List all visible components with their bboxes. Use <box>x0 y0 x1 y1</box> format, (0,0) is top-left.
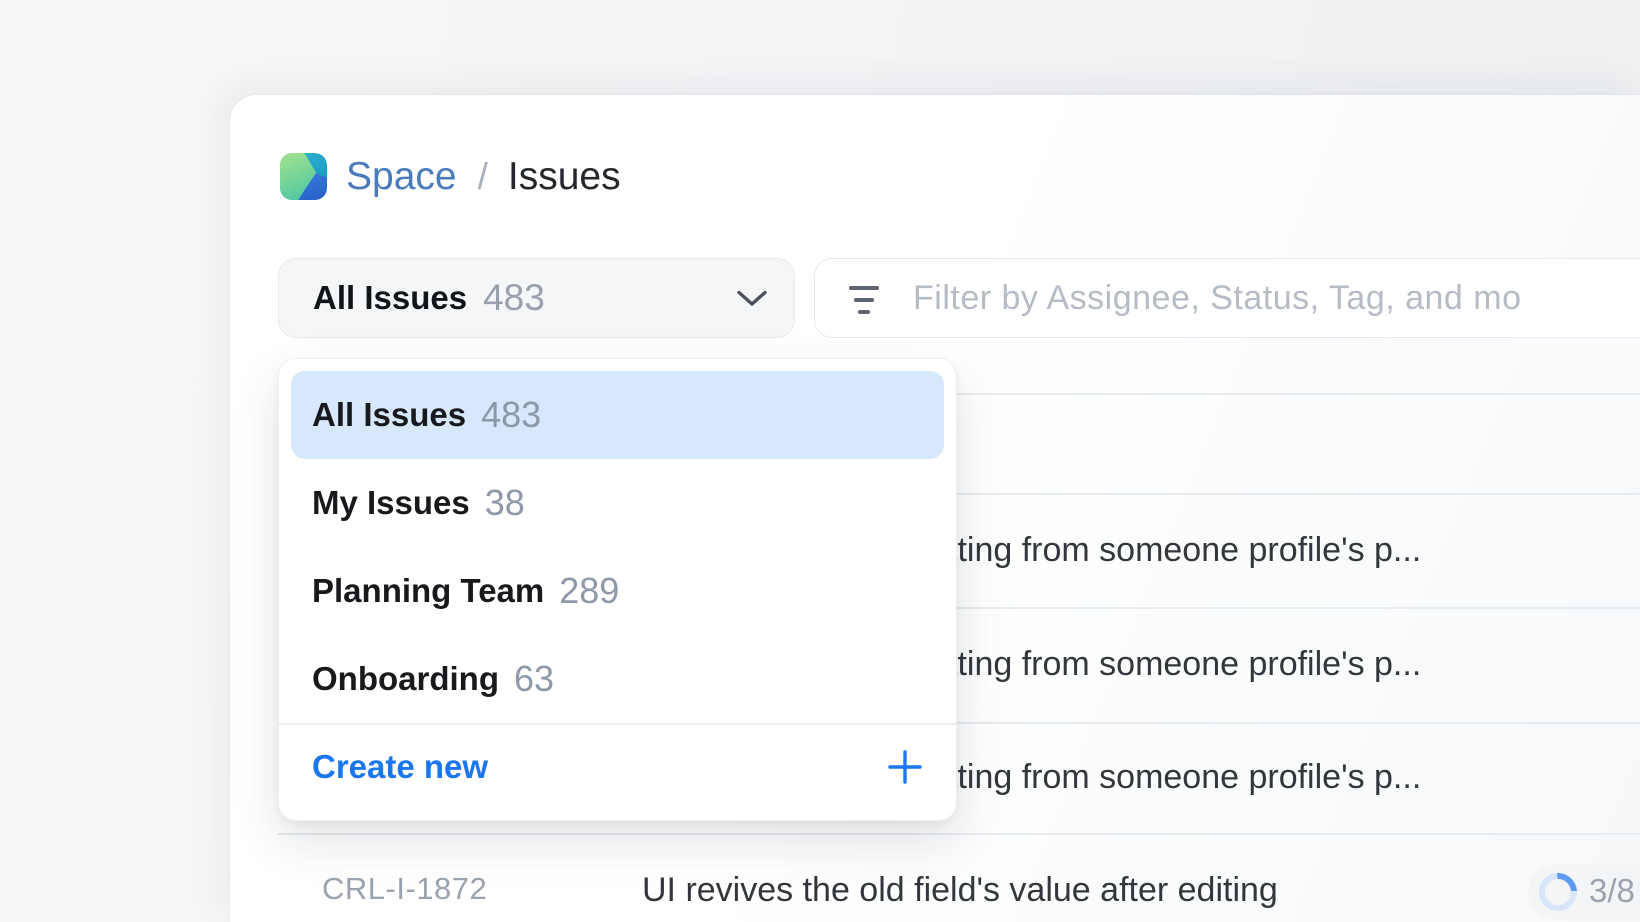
progress-count: 3/8 <box>1589 873 1635 909</box>
issue-row-title[interactable]: UI revives the old field's value after e… <box>642 870 1278 910</box>
dropdown-item-count: 289 <box>559 570 619 612</box>
dropdown-item-label: Planning Team <box>312 572 544 610</box>
dropdown-item-label: Onboarding <box>312 660 499 698</box>
dropdown-item-onboarding[interactable]: Onboarding 63 <box>291 635 944 723</box>
dropdown-item-planning-team[interactable]: Planning Team 289 <box>291 547 944 635</box>
chevron-down-icon <box>736 289 768 308</box>
view-selector-button[interactable]: All Issues 483 <box>278 258 795 338</box>
issue-row-title[interactable]: tting from someone profile's p... <box>948 530 1421 570</box>
filter-field[interactable] <box>814 258 1640 338</box>
view-selector-dropdown: All Issues 483 My Issues 38 Planning Tea… <box>278 358 957 821</box>
dropdown-item-count: 63 <box>514 658 554 700</box>
plus-icon <box>887 749 923 785</box>
breadcrumb-separator: / <box>478 156 488 198</box>
table-divider <box>278 833 1640 835</box>
issue-row-title[interactable]: tting from someone profile's p... <box>948 644 1421 684</box>
breadcrumb-current: Issues <box>508 155 621 199</box>
view-selector-label: All Issues <box>313 279 467 317</box>
view-selector-count: 483 <box>483 277 545 319</box>
dropdown-item-label: All Issues <box>312 396 466 434</box>
filter-icon <box>849 286 879 314</box>
issue-id[interactable]: CRL-I-1872 <box>322 872 487 906</box>
filter-input[interactable] <box>913 279 1640 318</box>
issue-row-title[interactable]: tting from someone profile's p... <box>948 757 1421 797</box>
app-window: tting from someone profile's p... tting … <box>0 0 1640 922</box>
space-logo-icon[interactable] <box>280 153 327 200</box>
breadcrumb: Space / Issues <box>280 153 621 200</box>
dropdown-item-all-issues[interactable]: All Issues 483 <box>291 371 944 459</box>
dropdown-item-my-issues[interactable]: My Issues 38 <box>291 459 944 547</box>
breadcrumb-app-link[interactable]: Space <box>346 155 457 199</box>
dropdown-item-count: 38 <box>485 482 525 524</box>
dropdown-item-label: My Issues <box>312 484 470 522</box>
dropdown-item-count: 483 <box>481 394 541 436</box>
create-new-button[interactable]: Create new <box>291 725 944 809</box>
create-new-label: Create new <box>312 748 488 786</box>
